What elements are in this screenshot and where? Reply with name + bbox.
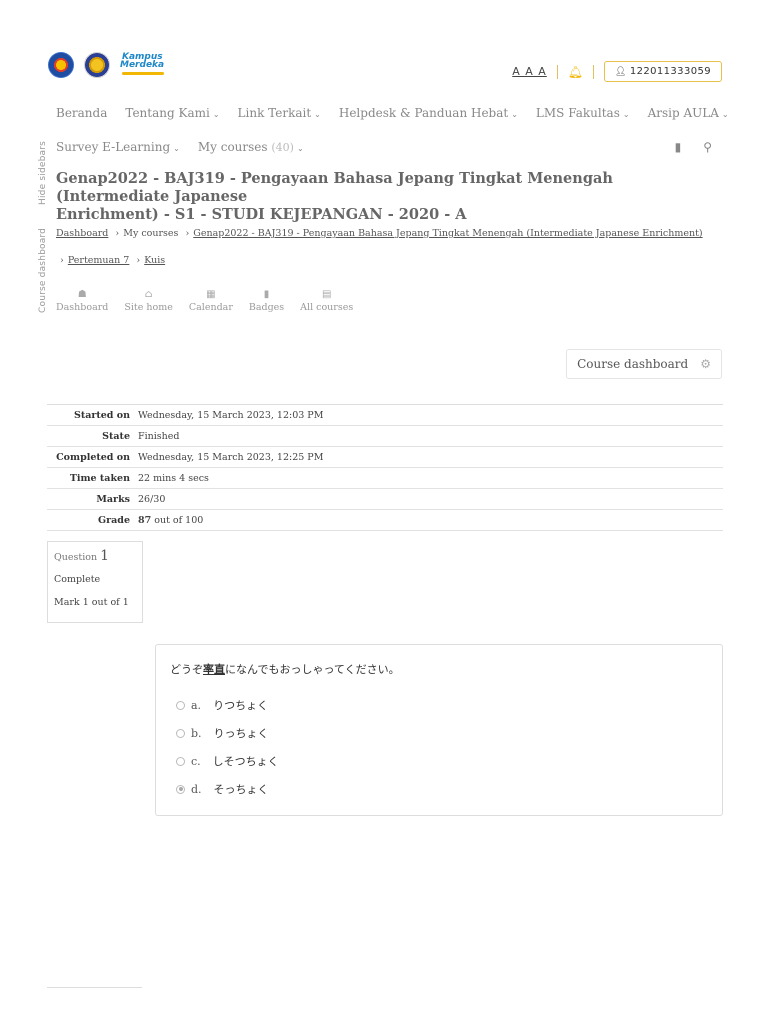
nav-tools: ▮ ⚲ xyxy=(653,140,712,154)
answer-option[interactable]: b. りっちょく xyxy=(170,719,708,747)
user-menu-button[interactable]: 👤︎ 122011333059 xyxy=(604,61,722,82)
bell-icon[interactable]: 🔔︎ xyxy=(568,65,583,79)
quick-nav-site-home[interactable]: ⌂ Site home xyxy=(124,289,172,313)
radio-button[interactable] xyxy=(176,756,185,766)
course-dashboard-button[interactable]: Course dashboard ⚙ xyxy=(566,349,722,379)
answer-option[interactable]: d. そっちょく xyxy=(170,775,708,803)
chevron-down-icon: ⌄ xyxy=(511,110,518,119)
breadcrumb-activity[interactable]: Kuis xyxy=(144,255,165,266)
calendar-icon: ▦ xyxy=(206,289,216,300)
chevron-down-icon: ⌄ xyxy=(212,110,220,119)
nav-item[interactable]: Link Terkait ⌄ xyxy=(238,106,321,120)
primary-nav: Beranda Tentang Kami ⌄ Link Terkait ⌄ Helpdes… xyxy=(56,106,747,120)
radio-button[interactable] xyxy=(176,784,185,794)
quick-nav-dashboard[interactable]: ☗ Dashboard xyxy=(56,289,108,313)
header-actions: A A A 🔔︎ 👤︎ 122011333059 xyxy=(512,61,722,82)
chevron-down-icon: ⌄ xyxy=(721,110,729,119)
font-size-toggle[interactable]: A A A xyxy=(512,65,547,78)
chevron-down-icon: ⌄ xyxy=(296,144,304,153)
quick-nav-all-courses[interactable]: ▤ All courses xyxy=(300,289,353,313)
chevron-down-icon: ⌄ xyxy=(173,144,180,153)
courses-count: (40) xyxy=(271,141,294,154)
radio-button[interactable] xyxy=(176,728,185,738)
answer-option[interactable]: a. りつちょく xyxy=(170,691,708,719)
summary-row: Marks 26/30 xyxy=(47,489,723,510)
question-mark: Mark 1 out of 1 xyxy=(54,597,129,608)
answer-option[interactable]: c. しそつちょく xyxy=(170,747,708,775)
summary-row: Completed on Wednesday, 15 March 2023, 12… xyxy=(47,447,723,468)
nav-item[interactable]: Tentang Kami ⌄ xyxy=(125,106,219,120)
breadcrumb-dashboard[interactable]: Dashboard xyxy=(56,228,108,239)
nav-item[interactable]: Beranda xyxy=(56,106,107,120)
nav-item[interactable]: Helpdesk & Panduan Hebat ⌄ xyxy=(339,106,518,120)
chevron-down-icon: ⌄ xyxy=(622,110,630,119)
book-icon: ▤ xyxy=(321,289,332,300)
bookmark-icon[interactable]: ▮ xyxy=(675,140,682,154)
quick-nav: ☗ Dashboard ⌂ Site home ▦ Calendar ▮ Badges ▤ All… xyxy=(56,289,369,313)
quick-nav-calendar[interactable]: ▦ Calendar xyxy=(189,289,233,313)
question-content: どうぞ率直になんでもおっしゃってください。 a. りつちょく b. りっちょく c. しそ… xyxy=(155,644,723,816)
dashboard-icon: ☗ xyxy=(77,289,87,300)
attempt-summary-table: Started on Wednesday, 15 March 2023, 12:0… xyxy=(47,404,723,531)
nav-item[interactable]: Arsip AULA ⌄ xyxy=(648,106,729,120)
breadcrumb: Dashboard › My courses › Genap2022 - BAJ31… xyxy=(56,228,703,266)
summary-row: Time taken 22 mins 4 secs xyxy=(47,468,723,489)
breadcrumb-course[interactable]: Genap2022 - BAJ319 - Pengayaan Bahasa Je… xyxy=(193,228,702,239)
breadcrumb-section[interactable]: Pertemuan 7 xyxy=(68,255,130,266)
summary-row: Started on Wednesday, 15 March 2023, 12:0… xyxy=(47,405,723,426)
kampus-merdeka-logo: Kampus Merdeka xyxy=(120,52,168,78)
nav-my-courses[interactable]: My courses (40) ⌄ xyxy=(198,140,304,154)
secondary-nav: Survey E-Learning ⌄ My courses (40) ⌄ xyxy=(56,140,322,154)
divider xyxy=(47,987,142,988)
question-number: Question 1 xyxy=(54,548,110,564)
summary-row: Grade 87 out of 100 xyxy=(47,510,723,531)
radio-button[interactable] xyxy=(176,700,185,710)
nav-item[interactable]: LMS Fakultas ⌄ xyxy=(536,106,630,120)
question-info-panel: Question 1 Complete Mark 1 out of 1 xyxy=(47,541,143,623)
gear-icon: ⚙ xyxy=(700,357,711,371)
answer-options: a. りつちょく b. りっちょく c. しそつちょく d. そっちょく xyxy=(170,691,708,803)
badge-icon: ▮ xyxy=(263,289,270,300)
course-dashboard-tab[interactable]: Course dashboard xyxy=(38,228,48,313)
summary-row: State Finished xyxy=(47,426,723,447)
home-icon: ⌂ xyxy=(144,289,153,300)
nav-survey-elearning[interactable]: Survey E-Learning ⌄ xyxy=(56,140,180,154)
search-icon[interactable]: ⚲ xyxy=(703,140,712,154)
chevron-down-icon: ⌄ xyxy=(314,110,321,119)
site-logos[interactable]: Kampus Merdeka xyxy=(48,52,168,78)
university-logo xyxy=(84,52,110,78)
quick-nav-badges[interactable]: ▮ Badges xyxy=(249,289,284,313)
hide-sidebars-tab[interactable]: Hide sidebars xyxy=(38,141,48,205)
course-title: Genap2022 - BAJ319 - Pengayaan Bahasa Je… xyxy=(56,170,613,223)
question-state: Complete xyxy=(54,574,101,585)
breadcrumb-my-courses[interactable]: My courses xyxy=(123,228,178,239)
question-text: どうぞ率直になんでもおっしゃってください。 xyxy=(170,663,400,676)
user-icon: 👤︎ xyxy=(615,67,627,77)
tut-wuri-logo xyxy=(48,52,74,78)
